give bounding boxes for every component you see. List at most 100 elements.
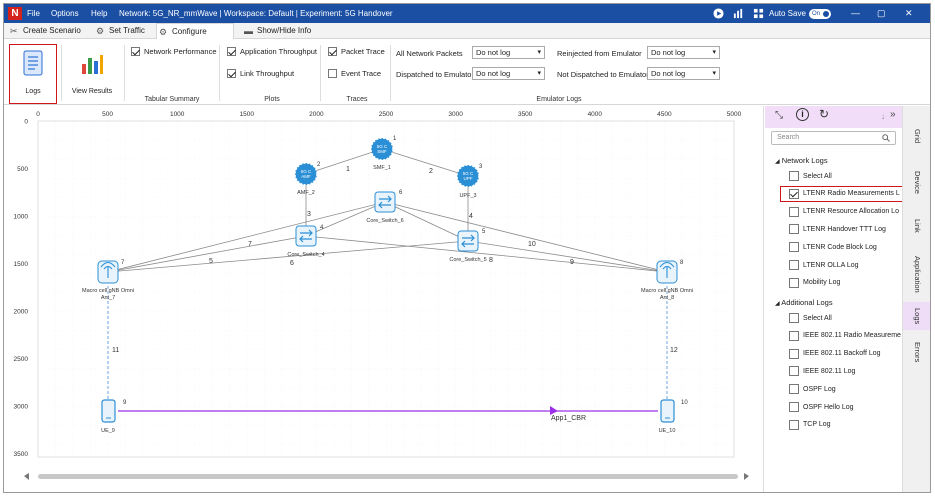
checkbox[interactable] [789, 419, 799, 430]
side-tab-link[interactable]: Link [903, 206, 930, 246]
x-tick-label: 3500 [518, 111, 533, 118]
x-tick-label: 5000 [727, 111, 742, 118]
network-performance-checkbox[interactable]: Network Performance [131, 47, 217, 56]
side-tab-application[interactable]: Application [903, 246, 930, 302]
link-label-10: 10 [528, 241, 536, 248]
packet-trace-checkbox[interactable]: Packet Trace [328, 47, 385, 56]
checkbox[interactable] [789, 402, 799, 412]
tab-configure-reports[interactable]: ⚙Configure Reports [156, 23, 234, 52]
additional-log-item[interactable]: IEEE 802.11 Backoff Log [789, 348, 881, 359]
scroll-left-icon[interactable] [24, 473, 29, 480]
checkbox[interactable] [789, 277, 799, 288]
x-tick-label: 0 [36, 111, 40, 118]
view-results-button[interactable]: View Results [68, 45, 116, 103]
menu-file[interactable]: File [27, 9, 40, 18]
minimize-button[interactable]: — [851, 8, 860, 18]
checkbox[interactable] [789, 171, 799, 181]
window-title: Network: 5G_NR_mmWave | Workspace: Defau… [119, 9, 393, 18]
side-tab-logs[interactable]: Logs [903, 302, 930, 330]
app-window: N File Options Help Network: 5G_NR_mmWav… [3, 3, 931, 493]
all-network-packets-select[interactable]: Do not log [472, 46, 545, 59]
additional-logs-section[interactable]: ◢ Additional Logs [775, 298, 833, 307]
side-tab-errors[interactable]: Errors [903, 330, 930, 374]
down-arrow-icon[interactable]: ↓ [881, 112, 885, 121]
info-icon[interactable]: i [796, 108, 809, 121]
side-tab-device[interactable]: Device [903, 158, 930, 206]
checkbox[interactable] [789, 260, 799, 270]
y-tick-label: 2000 [14, 309, 29, 316]
link-label-4: 4 [469, 213, 473, 220]
not-dispatched-label: Not Dispatched to Emulator [557, 70, 649, 79]
not-dispatched-select[interactable]: Do not log [647, 67, 720, 80]
checkbox[interactable] [789, 313, 799, 323]
checkbox[interactable] [789, 384, 799, 395]
view-results-icon [82, 55, 103, 74]
checkbox[interactable] [789, 242, 799, 253]
refresh-icon[interactable]: ↻ [819, 107, 829, 121]
checkbox[interactable] [789, 348, 799, 359]
x-tick-label: 1000 [170, 111, 185, 118]
tab-set-traffic[interactable]: ⚙ Set Traffic [94, 23, 150, 39]
network-log-label: LTENR Resource Allocation Lo [803, 208, 899, 216]
application-throughput-checkbox[interactable]: Application Throughput [227, 47, 317, 56]
link-label-8: 8 [489, 257, 493, 264]
additional-log-item[interactable]: IEEE 802.11 Radio Measureme [789, 330, 901, 341]
additional-log-label: IEEE 802.11 Log [803, 367, 856, 375]
event-trace-checkbox[interactable]: Event Trace [328, 69, 381, 78]
checkbox[interactable] [789, 366, 799, 377]
reinjected-select[interactable]: Do not log [647, 46, 720, 59]
tab-create-scenario[interactable]: ✂ Create Scenario [8, 23, 82, 39]
link-label-5: 5 [209, 258, 213, 265]
additional-log-item[interactable]: OSPF Hello Log [789, 402, 854, 412]
svg-text:SMF: SMF [377, 149, 387, 154]
network-log-item[interactable]: Select All [789, 171, 832, 181]
reinjected-label: Reinjected from Emulator [557, 49, 642, 58]
svg-text:Core_Switch_4: Core_Switch_4 [287, 252, 324, 258]
close-button[interactable]: ✕ [905, 8, 913, 19]
link-throughput-checkbox[interactable]: Link Throughput [227, 69, 294, 78]
additional-log-item[interactable]: OSPF Log [789, 384, 836, 395]
tab-show-hide-info[interactable]: ▬ Show/Hide Info [242, 23, 312, 39]
create-scenario-icon: ✂ [10, 26, 18, 36]
svg-text:Macro cell gNB Omni: Macro cell gNB Omni [82, 288, 134, 294]
additional-log-label: TCP Log [803, 421, 831, 429]
all-network-packets-label: All Network Packets [396, 49, 463, 58]
scroll-right-icon[interactable] [744, 473, 749, 480]
network-canvas[interactable]: 0 500 1000 1500 2000 2500 3000 3500 4000 4500 5000… [4, 106, 764, 492]
network-log-label: LTENR Handover TTT Log [803, 225, 886, 233]
network-log-item[interactable]: LTENR Code Block Log [789, 242, 877, 253]
menu-help[interactable]: Help [91, 9, 107, 18]
dispatched-to-emulator-select[interactable]: Do not log [472, 67, 545, 80]
grid-view-icon[interactable] [753, 8, 764, 19]
checkbox[interactable] [789, 330, 799, 341]
x-tick-label: 3000 [448, 111, 463, 118]
maximize-button[interactable]: ▢ [877, 8, 886, 19]
network-log-item[interactable]: LTENR Handover TTT Log [789, 224, 886, 235]
search-input[interactable]: Search [771, 131, 896, 145]
collapse-icon[interactable]: ⤡ [775, 110, 783, 121]
horizontal-scrollbar[interactable] [38, 474, 738, 479]
link-label-9: 9 [570, 259, 574, 266]
collapse-triangle-icon: ◢ [775, 301, 780, 307]
checkbox[interactable] [789, 224, 799, 235]
checkbox[interactable] [789, 206, 799, 217]
additional-log-item[interactable]: Select All [789, 313, 832, 323]
link-label-7: 7 [248, 241, 252, 248]
additional-log-item[interactable]: IEEE 802.11 Log [789, 366, 856, 377]
network-logs-section[interactable]: ◢ Network Logs [775, 156, 828, 165]
link-label-6: 6 [290, 260, 294, 267]
expand-panel-icon[interactable]: » [890, 109, 896, 120]
network-log-item[interactable]: LTENR Resource Allocation Lo [789, 206, 899, 217]
svg-text:Macro cell gNB Omni: Macro cell gNB Omni [641, 288, 693, 294]
results-chart-icon[interactable] [733, 8, 744, 19]
panel-toolbar: ⤡ i ↻ ↓ » [765, 106, 902, 128]
run-icon[interactable] [713, 8, 724, 19]
autosave-toggle[interactable]: On [809, 9, 831, 19]
link-label-3: 3 [307, 211, 311, 218]
additional-log-item[interactable]: TCP Log [789, 419, 831, 430]
network-diagram[interactable]: 0 500 1000 1500 2000 2500 3000 3500 4000 4500 5000… [4, 106, 764, 492]
network-log-item[interactable]: LTENR OLLA Log [789, 260, 859, 270]
network-log-item[interactable]: Mobility Log [789, 277, 840, 288]
side-tab-grid[interactable]: Grid [903, 114, 930, 158]
menu-options[interactable]: Options [51, 9, 79, 18]
